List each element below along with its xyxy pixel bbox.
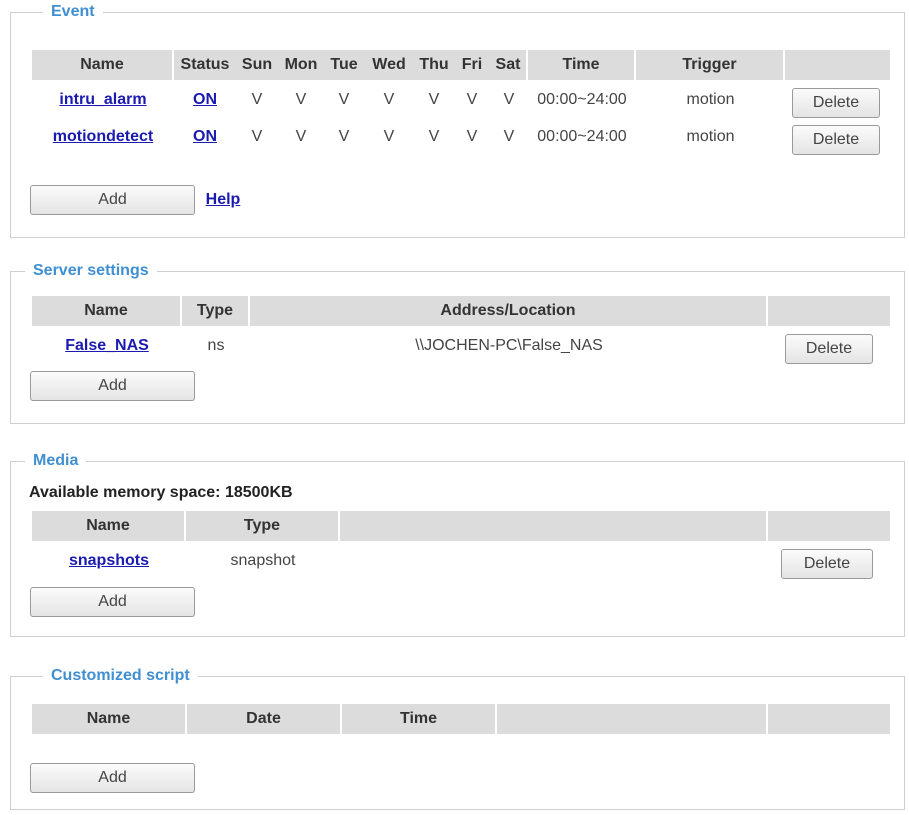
- server-col-type: Type: [182, 296, 250, 326]
- memory-label: Available memory space:: [29, 484, 221, 501]
- event-day-thu: V: [428, 91, 440, 108]
- server-col-address: Address/Location: [250, 296, 768, 326]
- event-day-tue: V: [338, 128, 350, 145]
- event-time: 00:00~24:00: [537, 128, 627, 145]
- event-trigger: motion: [686, 91, 735, 108]
- event-name-link[interactable]: motiondetect: [32, 124, 174, 150]
- event-col-fri: Fri: [454, 50, 490, 80]
- script-table-header: Name Date Time: [32, 704, 890, 734]
- event-col-mon: Mon: [278, 50, 324, 80]
- available-memory-text: Available memory space: 18500KB: [29, 484, 293, 502]
- event-col-status: Status: [174, 50, 236, 80]
- event-day-sat: V: [503, 91, 515, 108]
- script-col-name: Name: [32, 704, 187, 734]
- server-type: ns: [207, 337, 225, 354]
- script-col-date: Date: [187, 704, 342, 734]
- media-section: Media Available memory space: 18500KB Na…: [10, 451, 905, 637]
- delete-button[interactable]: Delete: [781, 549, 873, 579]
- event-trigger: motion: [686, 128, 735, 145]
- customized-script-legend: Customized script: [43, 666, 198, 686]
- event-col-name: Name: [32, 50, 174, 80]
- script-col-actions: [768, 704, 890, 734]
- server-col-actions: [768, 296, 890, 326]
- media-col-type: Type: [186, 511, 340, 541]
- server-name-link[interactable]: False_NAS: [32, 333, 182, 359]
- media-name-link[interactable]: snapshots: [32, 548, 186, 574]
- event-col-thu: Thu: [414, 50, 454, 80]
- event-col-time: Time: [528, 50, 636, 80]
- event-status-link[interactable]: ON: [174, 124, 236, 150]
- event-col-sat: Sat: [490, 50, 528, 80]
- media-col-blank: [340, 511, 768, 541]
- media-table-header: Name Type: [32, 511, 890, 541]
- event-day-wed: V: [383, 128, 395, 145]
- event-col-sun: Sun: [236, 50, 278, 80]
- event-day-sat: V: [503, 128, 515, 145]
- event-col-wed: Wed: [364, 50, 414, 80]
- script-add-button[interactable]: Add: [30, 763, 195, 793]
- delete-button[interactable]: Delete: [785, 334, 873, 364]
- event-day-mon: V: [295, 91, 307, 108]
- delete-button[interactable]: Delete: [792, 125, 880, 155]
- event-day-sun: V: [251, 128, 263, 145]
- event-day-mon: V: [295, 128, 307, 145]
- memory-value: 18500KB: [224, 484, 293, 501]
- server-table-header: Name Type Address/Location: [32, 296, 890, 326]
- server-address: \\JOCHEN-PC\False_NAS: [415, 337, 603, 354]
- event-day-thu: V: [428, 128, 440, 145]
- media-legend: Media: [25, 451, 87, 471]
- event-add-button[interactable]: Add: [30, 185, 195, 215]
- event-section: Event Name Status Sun Mon Tue Wed Thu Fr…: [10, 2, 905, 238]
- event-day-sun: V: [251, 91, 263, 108]
- media-type: snapshot: [230, 552, 296, 569]
- server-add-button[interactable]: Add: [30, 371, 195, 401]
- script-col-time: Time: [342, 704, 497, 734]
- media-col-name: Name: [32, 511, 186, 541]
- server-settings-section: Server settings Name Type Address/Locati…: [10, 261, 905, 424]
- media-col-actions: [768, 511, 890, 541]
- event-day-fri: V: [466, 91, 478, 108]
- event-day-wed: V: [383, 91, 395, 108]
- event-time: 00:00~24:00: [537, 91, 627, 108]
- server-col-name: Name: [32, 296, 182, 326]
- event-col-tue: Tue: [324, 50, 364, 80]
- event-col-trigger: Trigger: [636, 50, 785, 80]
- server-settings-legend: Server settings: [25, 261, 157, 281]
- event-day-tue: V: [338, 91, 350, 108]
- event-status-link[interactable]: ON: [174, 87, 236, 113]
- delete-button[interactable]: Delete: [792, 88, 880, 118]
- event-table-header: Name Status Sun Mon Tue Wed Thu Fri Sat …: [32, 50, 890, 80]
- event-legend: Event: [43, 2, 103, 22]
- media-add-button[interactable]: Add: [30, 587, 195, 617]
- event-day-fri: V: [466, 128, 478, 145]
- event-col-actions: [785, 50, 890, 80]
- script-col-blank: [497, 704, 768, 734]
- event-name-link[interactable]: intru_alarm: [32, 87, 174, 113]
- help-link[interactable]: Help: [201, 187, 245, 213]
- customized-script-section: Customized script Name Date Time Add: [10, 666, 905, 810]
